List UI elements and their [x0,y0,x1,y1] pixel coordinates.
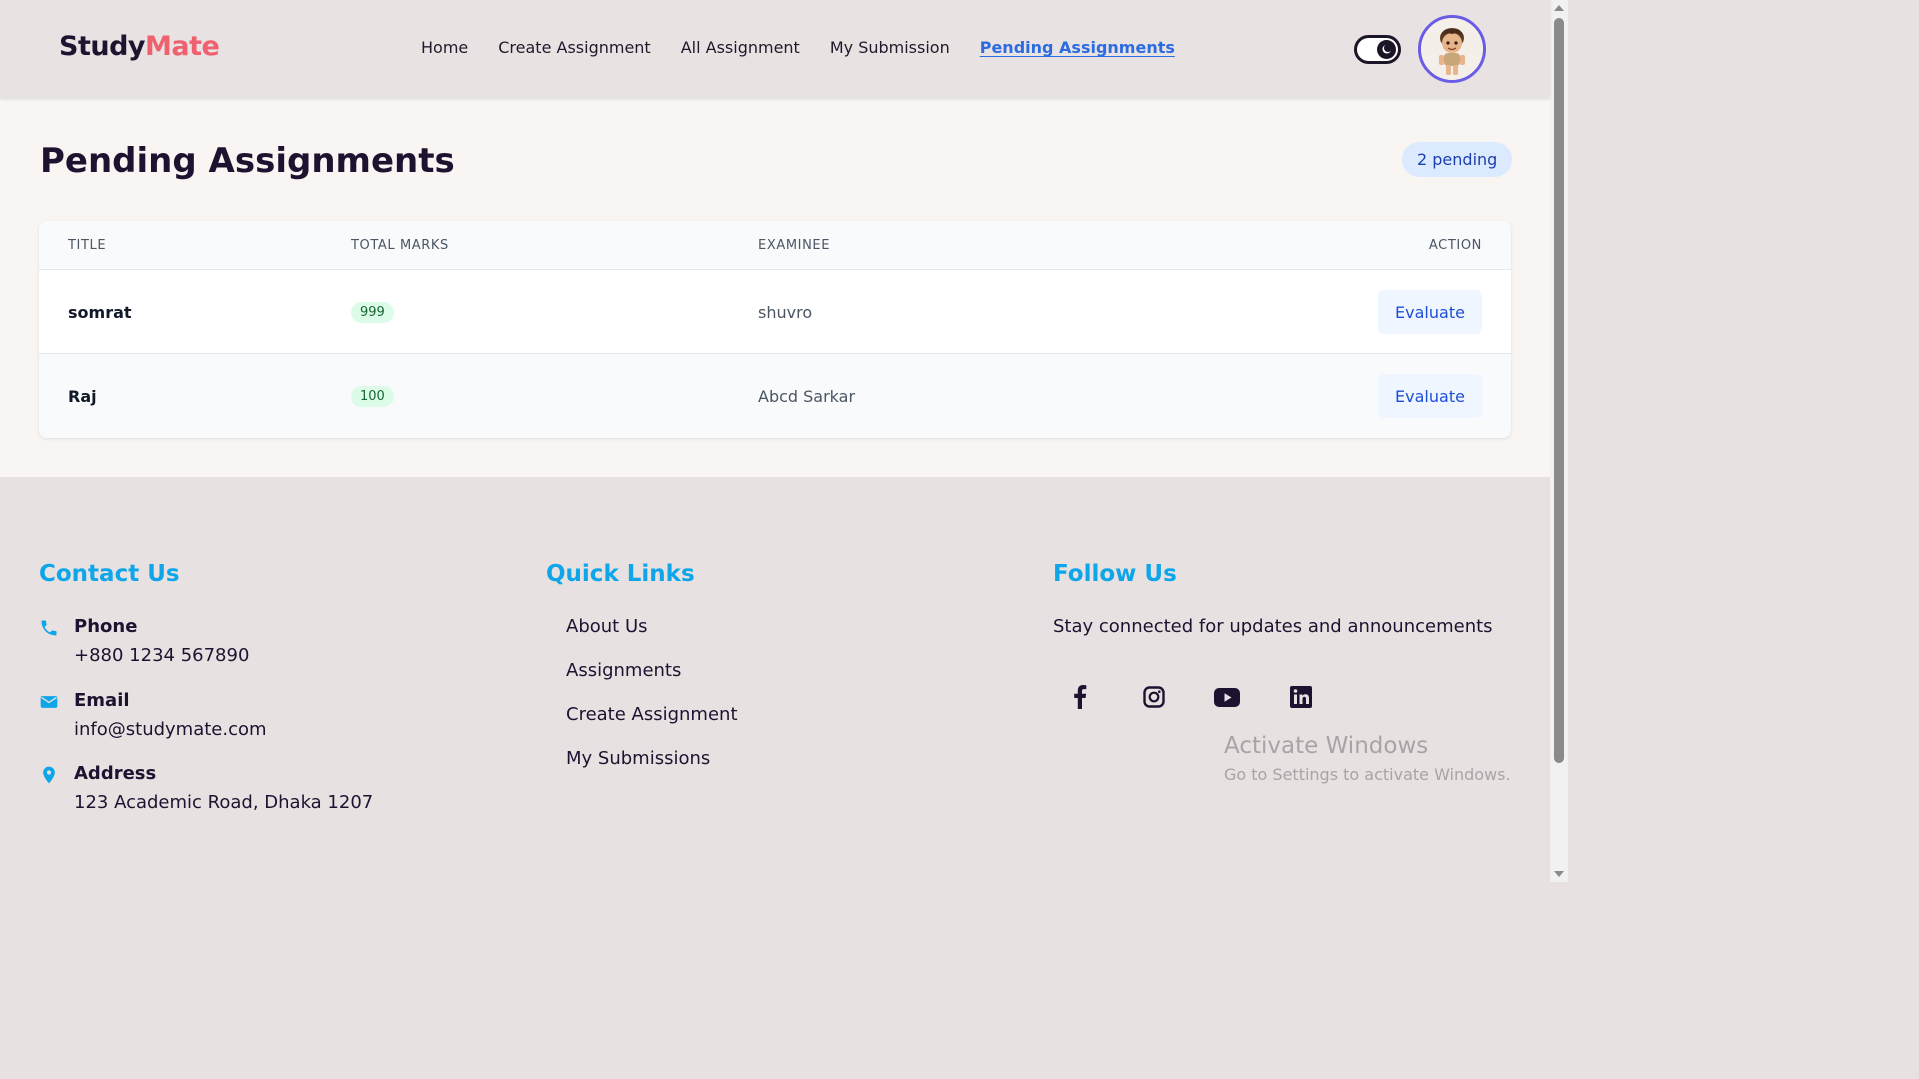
navbar: StudyMate Home Create Assignment All Ass… [0,0,1550,98]
quick-links-heading: Quick Links [546,561,695,587]
row-examinee: Abcd Sarkar [758,387,856,406]
activation-watermark-subtitle: Go to Settings to activate Windows. [1224,765,1511,784]
page-title: Pending Assignments [40,141,455,181]
moon-icon [1377,40,1396,59]
contact-heading: Contact Us [39,561,180,587]
evaluate-button[interactable]: Evaluate [1378,290,1482,334]
address-value: 123 Academic Road, Dhaka 1207 [74,792,374,813]
table-row: somrat 999 shuvro Evaluate [39,270,1511,354]
pending-count-badge: 2 pending [1402,142,1513,177]
address-label: Address [74,763,157,784]
scroll-down-arrow-icon[interactable] [1554,871,1564,877]
scroll-up-arrow-icon[interactable] [1554,5,1564,11]
location-pin-icon [43,766,55,784]
brand-part2: Mate [145,31,220,62]
marks-badge: 999 [351,302,394,323]
quick-link-create-assignment[interactable]: Create Assignment [566,704,738,725]
phone-icon [41,620,57,636]
instagram-icon[interactable] [1141,684,1167,710]
header-title: TITLE [68,238,107,253]
email-icon [40,696,58,708]
row-title: Raj [68,387,97,406]
avatar[interactable] [1418,15,1486,83]
marks-badge: 100 [351,386,394,407]
row-examinee: shuvro [758,303,813,322]
nav-create-assignment[interactable]: Create Assignment [498,38,650,57]
scroll-thumb[interactable] [1554,18,1564,763]
follow-heading: Follow Us [1053,561,1177,587]
quick-link-assignments[interactable]: Assignments [566,660,681,681]
facebook-icon[interactable] [1067,684,1093,710]
phone-label: Phone [74,616,138,637]
assignments-table: TITLE TOTAL MARKS EXAMINEE ACTION somrat… [39,221,1511,438]
email-value: info@studymate.com [74,719,267,740]
quick-link-about-us[interactable]: About Us [566,616,648,637]
header-examinee: EXAMINEE [758,238,831,253]
evaluate-button[interactable]: Evaluate [1378,374,1482,418]
header-total-marks: TOTAL MARKS [351,238,449,253]
row-title: somrat [68,303,132,322]
follow-description: Stay connected for updates and announcem… [1053,616,1493,637]
linkedin-icon[interactable] [1288,684,1314,710]
footer: Contact Us Phone +880 1234 567890 Email … [0,477,1550,882]
activation-watermark-title: Activate Windows [1224,733,1429,759]
nav-my-submission[interactable]: My Submission [830,38,950,57]
theme-toggle[interactable] [1354,35,1401,64]
phone-value: +880 1234 567890 [74,645,250,666]
email-label: Email [74,690,130,711]
brand-part1: Study [59,31,146,62]
nav-all-assignment[interactable]: All Assignment [681,38,800,57]
nav-links: Home Create Assignment All Assignment My… [421,38,1175,57]
table-header: TITLE TOTAL MARKS EXAMINEE ACTION [39,221,1511,270]
table-row: Raj 100 Abcd Sarkar Evaluate [39,354,1511,438]
scrollbar[interactable] [1550,0,1568,882]
avatar-character-icon [1421,18,1483,80]
nav-home[interactable]: Home [421,38,468,57]
main-content: Pending Assignments 2 pending TITLE TOTA… [0,98,1550,477]
header-action: ACTION [1428,238,1482,253]
brand-logo[interactable]: StudyMate [59,31,220,62]
nav-pending-assignments[interactable]: Pending Assignments [980,38,1175,57]
youtube-icon[interactable] [1214,684,1240,710]
quick-link-my-submissions[interactable]: My Submissions [566,748,710,769]
